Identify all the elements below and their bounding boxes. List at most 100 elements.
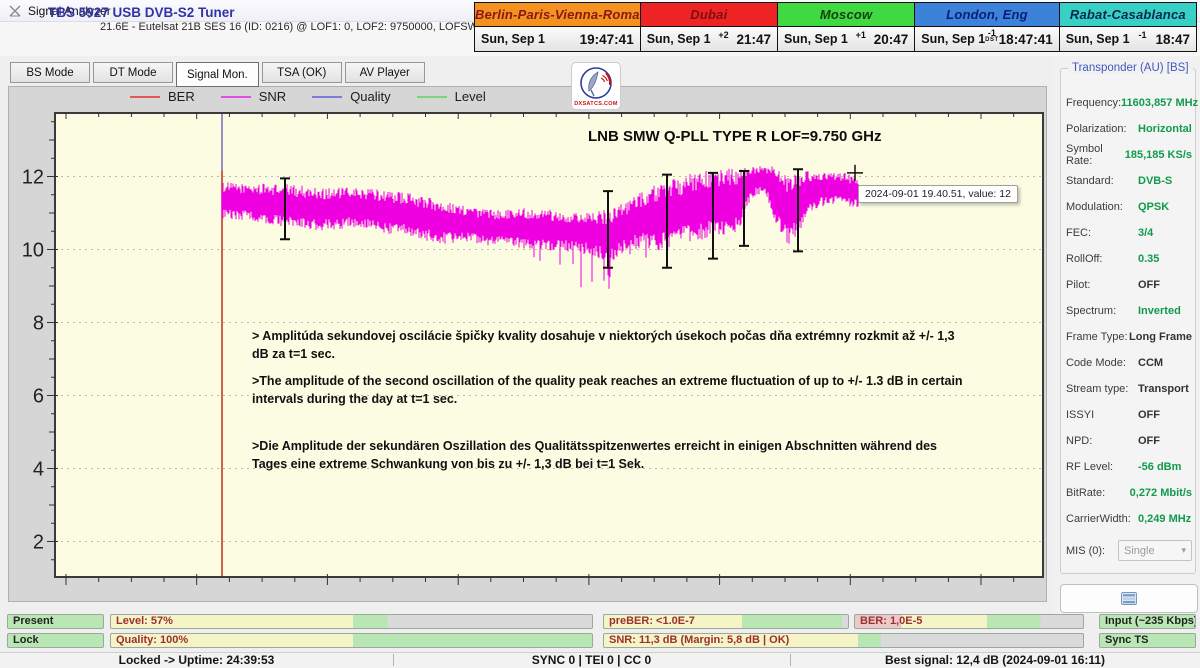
clock-date: Sun, Sep 1 [481,32,545,46]
transponder-row-value: 3/4 [1138,227,1153,239]
y-axis-label: 8 [33,313,44,335]
mis-label: MIS (0): [1066,545,1118,557]
clock-time-row: Sun, Sep 1+120:47 [778,27,914,51]
clock-dst-label: DST [985,37,999,43]
tab-bar: BS ModeDT ModeSignal Mon.TSA (OK)AV Play… [10,62,425,87]
transponder-row-label: Code Mode: [1066,357,1138,369]
transponder-row: NPD:OFF [1066,428,1192,454]
legend-item-level: Level [417,89,486,104]
transponder-row-label: Spectrum: [1066,305,1138,317]
tab-av-player[interactable]: AV Player [345,62,425,83]
tab-dt-mode[interactable]: DT Mode [93,62,173,83]
transponder-row-value: Long Frame [1129,331,1192,343]
clock-time: 19:47:41 [580,32,634,47]
transponder-row-label: RF Level: [1066,461,1138,473]
transponder-row-label: Frequency: [1066,97,1121,109]
meter-input: Input (~235 Kbps) [1099,614,1196,629]
transponder-row: Spectrum:Inverted [1066,298,1192,324]
clock-city-label: Berlin-Paris-Vienna-Roma [475,3,640,27]
transponder-row-value: -56 dBm [1138,461,1181,473]
transponder-row-value: 0.35 [1138,253,1159,265]
transponder-row-label: Stream type: [1066,383,1138,395]
clock-london-eng: London, EngSun, Sep 1-1DST18:47:41 [915,3,1059,51]
clock-utc-offset: +1 [848,30,874,40]
transponder-row: CarrierWidth:0,249 MHz [1066,506,1192,532]
logo-text: DXSATCS.COM [574,101,618,107]
transponder-row-label: Standard: [1066,175,1138,187]
stream-info-button[interactable] [1060,584,1198,613]
mis-select[interactable]: Single ▾ [1118,540,1192,561]
legend-line [417,96,447,98]
transponder-row-value: CCM [1138,357,1163,369]
annotation-english: >The amplitude of the second oscillation… [252,372,974,408]
transponder-row-label: RollOff: [1066,253,1138,265]
transponder-row-label: Modulation: [1066,201,1138,213]
y-axis-label: 2 [33,532,44,554]
transponder-row: ISSYIOFF [1066,402,1192,428]
clock-utc-offset: +2 [711,30,737,40]
transponder-row-value: 185,185 KS/s [1125,149,1192,161]
transponder-row-value: 11603,857 MHz [1121,97,1198,109]
legend-label: SNR [259,89,286,104]
transponder-row-label: NPD: [1066,435,1138,447]
table-icon [1121,592,1137,605]
clock-date: Sun, Sep 1 [784,32,848,46]
transponder-row: Pilot:OFF [1066,272,1192,298]
annotation-german: >Die Amplitude der sekundären Oszillatio… [252,437,974,473]
transponder-row-label: FEC: [1066,227,1138,239]
transponder-row: Symbol Rate:185,185 KS/s [1066,142,1192,168]
legend-line [312,96,342,98]
meter-snr: SNR: 11,3 dB (Margin: 5,8 dB | OK) [603,633,1084,648]
legend-line [221,96,251,98]
transponder-row-label: Symbol Rate: [1066,143,1125,167]
annotation-slovak: > Amplitúda sekundovej oscilácie špičky … [252,327,974,363]
status-separator [393,654,394,666]
clock-time: 20:47 [874,32,909,47]
clock-time-row: Sun, Sep 1 19:47:41 [475,27,640,51]
transponder-row: BitRate:0,272 Mbit/s [1066,480,1192,506]
transponder-row-label: ISSYI [1066,409,1138,421]
chart-title: LNB SMW Q-PLL TYPE R LOF=9.750 GHz [588,128,882,145]
transponder-title: Transponder (AU) [BS] [1068,62,1193,74]
clock-utc-offset: -1 [1130,30,1156,40]
clock-moscow: MoscowSun, Sep 1+120:47 [778,3,915,51]
tab-signal-mon-[interactable]: Signal Mon. [176,62,259,87]
transponder-row-value: OFF [1138,409,1160,421]
tuner-details: 21.6E - Eutelsat 21B SES 16 (ID: 0216) @… [100,21,490,33]
clock-date: Sun, Sep 1 [921,32,985,46]
transponder-row-label: Pilot: [1066,279,1138,291]
meter-preber: preBER: <1.0E-7 [603,614,849,629]
clock-time: 21:47 [736,32,771,47]
transponder-row: Stream type:Transport [1066,376,1192,402]
tab-bs-mode[interactable]: BS Mode [10,62,90,83]
transponder-row-value: DVB-S [1138,175,1172,187]
clock-time: 18:47 [1155,32,1190,47]
transponder-row: Frame Type:Long Frame [1066,324,1192,350]
status-lock-uptime: Locked -> Uptime: 24:39:53 [0,653,393,667]
clock-time-row: Sun, Sep 1-118:47 [1060,27,1196,51]
transponder-row: Code Mode:CCM [1066,350,1192,376]
transponder-row-value: Transport [1138,383,1189,395]
transponder-row-value: OFF [1138,279,1160,291]
y-axis-label: 4 [33,459,44,481]
tab-tsa-ok-[interactable]: TSA (OK) [262,62,342,83]
satellite-dish-icon [576,65,616,101]
y-axis-label: 6 [33,386,44,408]
clock-city-label: Rabat-Casablanca [1060,3,1196,27]
transponder-row: Frequency:11603,857 MHz [1066,90,1192,116]
legend-line [130,96,160,98]
clock-rabat-casablanca: Rabat-CasablancaSun, Sep 1-118:47 [1060,3,1196,51]
clock-time: 18:47:41 [999,32,1053,47]
mis-selected-value: Single [1124,545,1155,557]
transponder-row: Polarization:Horizontal [1066,116,1192,142]
status-sync-counters: SYNC 0 | TEI 0 | CC 0 [393,653,790,667]
clock-date: Sun, Sep 1 [1066,32,1130,46]
transponder-row: RollOff:0.35 [1066,246,1192,272]
y-axis-label: 12 [22,167,44,189]
meter-ber: BER: 1,0E-5 [854,614,1084,629]
legend-item-quality: Quality [312,89,390,104]
transponder-row-value: Inverted [1138,305,1181,317]
meter-present: Present [7,614,104,629]
app-icon [8,4,22,18]
meter-quality: Quality: 100% [110,633,593,648]
